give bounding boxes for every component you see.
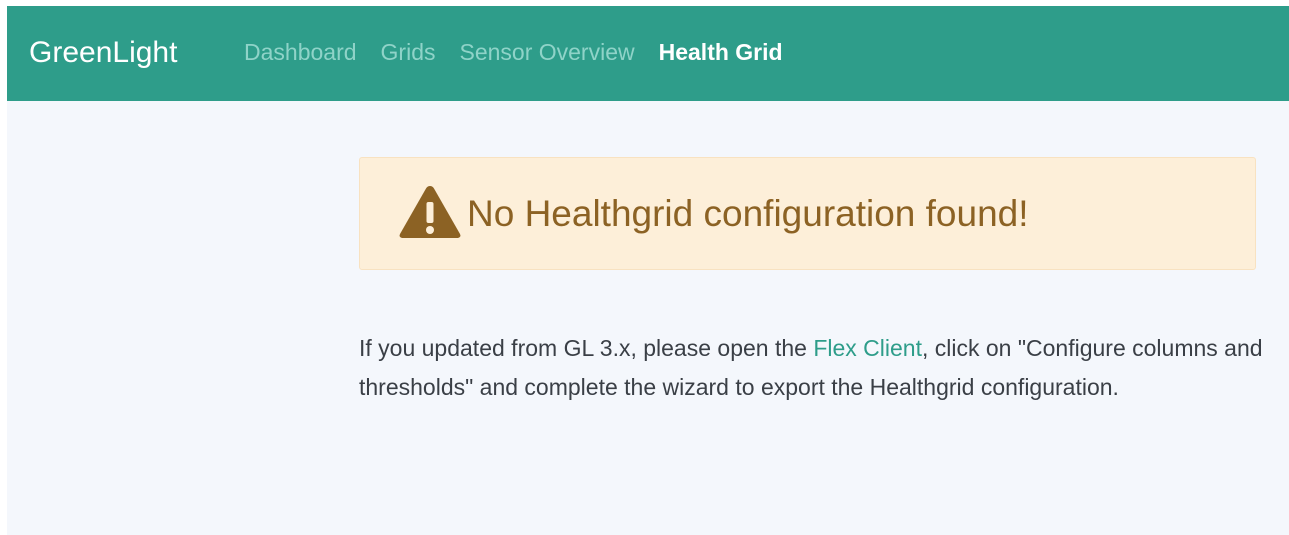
warning-alert: No Healthgrid configuration found! [359, 157, 1256, 270]
main-navigation: Dashboard Grids Sensor Overview Health G… [244, 38, 783, 66]
nav-link-grids[interactable]: Grids [381, 38, 436, 66]
brand-link[interactable]: GreenLight [29, 35, 177, 71]
flex-client-link[interactable]: Flex Client [813, 335, 922, 361]
alert-message: No Healthgrid configuration found! [467, 192, 1029, 234]
nav-link-health-grid[interactable]: Health Grid [659, 38, 783, 66]
nav-link-sensor-overview[interactable]: Sensor Overview [459, 38, 634, 66]
nav-link-dashboard[interactable]: Dashboard [244, 38, 357, 66]
upgrade-instructions: If you updated from GL 3.x, please open … [359, 329, 1264, 407]
top-navbar: GreenLight Dashboard Grids Sensor Overvi… [7, 6, 1289, 101]
warning-triangle-icon [399, 185, 461, 238]
app-window: GreenLight Dashboard Grids Sensor Overvi… [7, 6, 1289, 535]
instruction-text-before-link: If you updated from GL 3.x, please open … [359, 335, 814, 361]
